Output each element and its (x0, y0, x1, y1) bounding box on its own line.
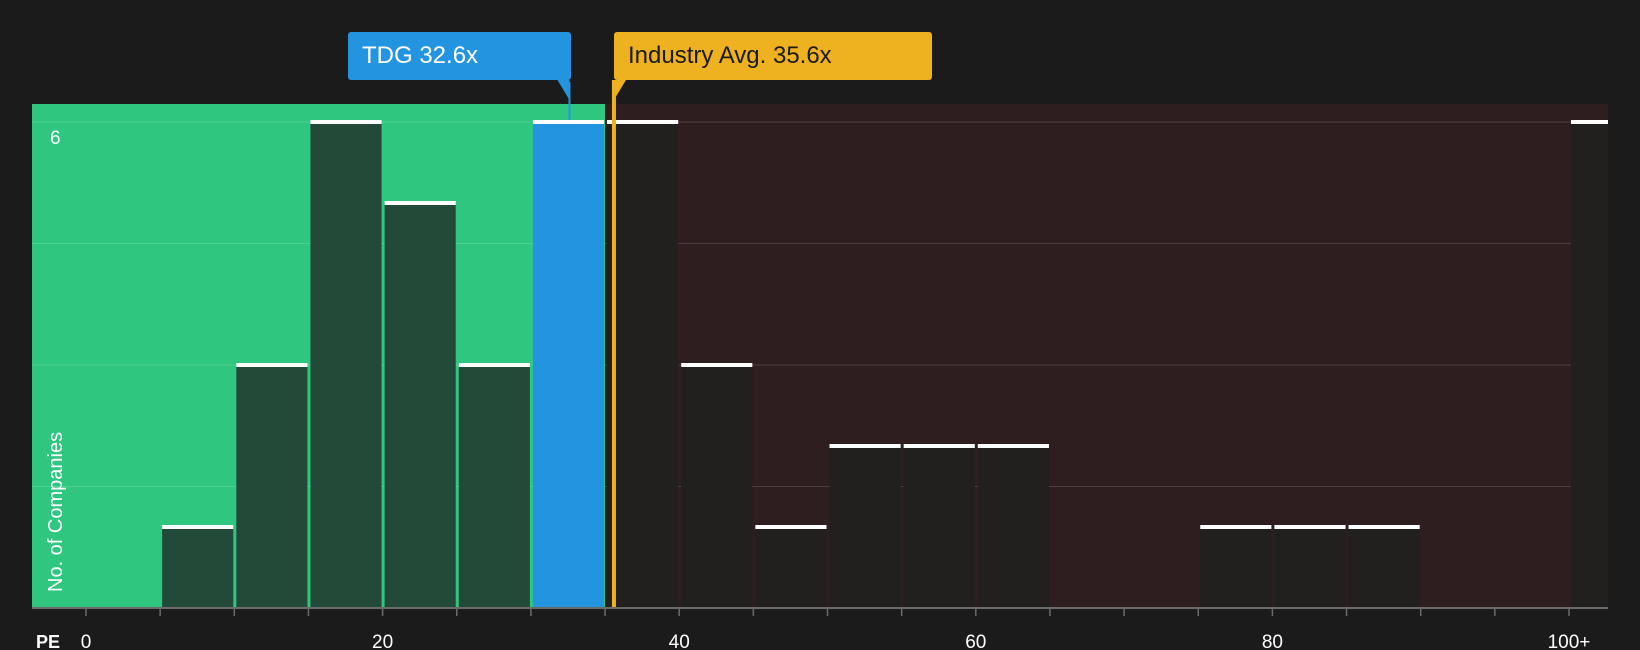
company-pe-callout: TDG 32.6x (348, 32, 571, 80)
histogram-bar (236, 365, 308, 608)
histogram-bar-cap (236, 363, 308, 367)
histogram-bar (1348, 527, 1420, 608)
histogram-bar (977, 446, 1049, 608)
histogram-bar (162, 527, 234, 608)
histogram-bar-cap (755, 525, 827, 529)
x-tick-label: 100+ (1548, 632, 1591, 650)
pe-distribution-chart: 0 20 40 60 80 100+ 6 No. of Companies PE (32, 80, 1608, 650)
histogram-bar-cap (829, 444, 901, 448)
histogram-bar (829, 446, 901, 608)
histogram-bar-cap (532, 120, 605, 124)
histogram-bar-cap (458, 363, 530, 367)
x-tick-label: 40 (669, 632, 690, 650)
x-tick-label: 20 (372, 632, 393, 650)
histogram-bar-cap (1274, 525, 1346, 529)
x-axis-label: PE (36, 632, 60, 650)
histogram-bar (458, 365, 530, 608)
histogram-bar-cap (977, 444, 1049, 448)
histogram-bar-cap (310, 120, 382, 124)
y-axis-label: No. of Companies (45, 432, 67, 592)
histogram-bar-cap (1348, 525, 1420, 529)
histogram-bar (532, 122, 605, 608)
histogram-bar-cap (903, 444, 975, 448)
industry-average-line (611, 80, 616, 608)
histogram-bar (681, 365, 753, 608)
company-callout-pointer (557, 80, 570, 100)
x-tick-label: 60 (965, 632, 986, 650)
histogram-bar-cap (384, 201, 456, 205)
histogram-bar-cap (162, 525, 234, 529)
x-tick-label: 0 (81, 632, 92, 650)
histogram-bar (903, 446, 975, 608)
histogram-bar-cap (681, 363, 753, 367)
industry-average-callout: Industry Avg. 35.6x (614, 32, 932, 80)
histogram-bar (1200, 527, 1272, 608)
histogram-bar-cap (607, 120, 679, 124)
histogram-bar (310, 122, 382, 608)
histogram-bar (1274, 527, 1346, 608)
histogram-bar (1571, 122, 1608, 608)
histogram-bar (384, 203, 456, 608)
y-tick-label: 6 (50, 128, 61, 149)
industry-callout-pointer (613, 80, 626, 100)
x-tick-label: 80 (1262, 632, 1283, 650)
histogram-bar-cap (1200, 525, 1272, 529)
histogram-bar-cap (1571, 120, 1608, 124)
histogram-bar (755, 527, 827, 608)
histogram-bar (607, 122, 679, 608)
